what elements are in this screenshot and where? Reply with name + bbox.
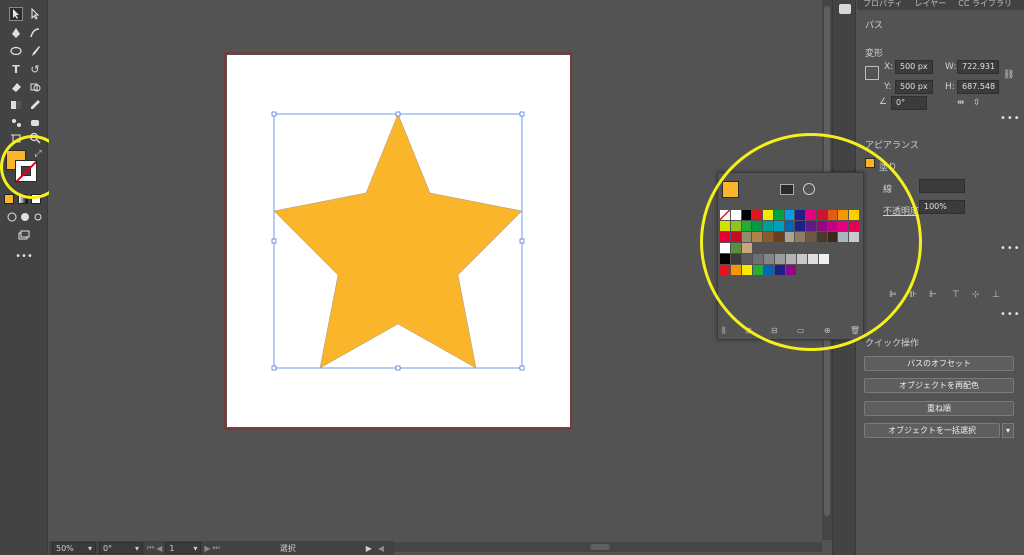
h-label: H: [945, 82, 955, 92]
selected-star-object[interactable] [268, 108, 530, 373]
x-label: X: [884, 62, 894, 72]
puppet-warp-tool-icon[interactable] [9, 116, 23, 130]
highlight-circle-swatches [700, 133, 922, 351]
status-bar: 50% ▾ 0° ▾ ⏮ ◀ 1 ▾ ▶ ⏭ 選択 ▶ ◀ [49, 541, 394, 555]
horizontal-scroll-thumb[interactable] [590, 544, 610, 550]
y-field[interactable]: 500 px [895, 80, 933, 94]
handle-middle-right[interactable] [519, 238, 525, 244]
zoom-value: 50% [56, 543, 74, 553]
opacity-value: 100% [924, 202, 947, 211]
appearance-section-title: アピアランス [865, 141, 919, 151]
select-same-button[interactable]: オブジェクトを一括選択 [864, 423, 1000, 438]
selection-tool-icon[interactable] [9, 7, 23, 21]
align-more-options-icon[interactable]: ••• [1000, 309, 1021, 320]
angle-field[interactable]: 0° [891, 96, 927, 110]
chevron-down-icon: ▾ [193, 543, 198, 553]
draw-inside-icon[interactable] [31, 210, 45, 224]
swatch-library-icon[interactable]: ⫼ [722, 326, 726, 336]
rotate-tool-icon[interactable]: ↺ [28, 62, 42, 76]
h-field[interactable]: 687.548 [957, 80, 999, 94]
appearance-more-options-icon[interactable]: ••• [1000, 243, 1021, 254]
flip-horizontal-icon[interactable]: ⇹ [957, 98, 965, 108]
opacity-field[interactable]: 100% [919, 200, 965, 214]
quick-actions-title: クイック操作 [865, 339, 920, 349]
chevron-down-icon: ▾ [134, 543, 139, 553]
handle-bottom-center[interactable] [395, 365, 401, 371]
comments-icon[interactable] [839, 4, 851, 14]
artboard-number-dropdown[interactable]: 1 ▾ [165, 542, 202, 554]
angle-icon: ∠ [879, 97, 888, 107]
curvature-tool-icon[interactable] [28, 26, 42, 40]
flip-vertical-icon[interactable]: ⇳ [973, 98, 981, 108]
rotate-value: 0° [103, 543, 113, 553]
zoom-dropdown[interactable]: 50% ▾ [52, 542, 96, 554]
artboard-number: 1 [169, 543, 175, 553]
w-label: W: [945, 62, 957, 72]
select-same-dropdown-button[interactable]: ▾ [1002, 423, 1014, 438]
selection-type-label: パス [865, 21, 884, 31]
pen-tool-icon[interactable] [9, 26, 23, 40]
last-artboard-icon[interactable]: ⏭ [213, 543, 220, 553]
transform-section-title: 変形 [865, 49, 884, 59]
panel-tabs: プロパティ レイヤー CC ライブラリ [857, 0, 1024, 10]
x-field[interactable]: 500 px [895, 60, 933, 74]
handle-top-left[interactable] [271, 111, 277, 117]
shape-builder-tool-icon[interactable] [28, 80, 42, 94]
draw-mode-icon[interactable] [5, 210, 19, 224]
y-label: Y: [884, 82, 892, 92]
symbol-sprayer-tool-icon[interactable] [28, 116, 42, 130]
arrange-button[interactable]: 重ね順 [864, 401, 1014, 416]
align-right-icon[interactable]: ⊩ [929, 290, 937, 300]
previous-artboard-icon[interactable]: ◀ [156, 544, 162, 553]
horizontal-scrollbar[interactable] [390, 542, 822, 552]
type-tool-icon[interactable]: T [9, 62, 23, 76]
edit-toolbar-icon[interactable]: ••• [15, 250, 33, 264]
status-menu-arrow-icon[interactable]: ▶ [366, 544, 372, 553]
ellipse-tool-icon[interactable] [9, 44, 23, 58]
eraser-tool-icon[interactable] [9, 80, 23, 94]
tab-properties[interactable]: プロパティ [857, 0, 909, 10]
tab-libraries[interactable]: CC ライブラリ [952, 0, 1018, 10]
scroll-left-icon[interactable]: ◀ [378, 544, 384, 553]
handle-top-center[interactable] [395, 111, 401, 117]
rotate-view-dropdown[interactable]: 0° ▾ [99, 542, 143, 554]
align-top-icon[interactable]: ⊤ [952, 290, 960, 300]
constrain-proportions-icon[interactable]: ⛓ [1003, 70, 1014, 80]
angle-value: 0° [896, 98, 906, 107]
handle-middle-left[interactable] [271, 238, 277, 244]
color-mode-icon[interactable] [4, 194, 14, 204]
align-middle-icon[interactable]: ⊹ [972, 290, 980, 300]
next-artboard-icon[interactable]: ▶ [204, 544, 210, 553]
chevron-down-icon: ▾ [87, 543, 92, 553]
draw-behind-icon[interactable] [18, 210, 32, 224]
align-bottom-icon[interactable]: ⊥ [992, 290, 1000, 300]
direct-selection-tool-icon[interactable] [28, 7, 42, 21]
tools-panel: T ↺ ⤢ ••• [0, 0, 48, 555]
handle-top-right[interactable] [519, 111, 525, 117]
recolor-button[interactable]: オブジェクトを再配色 [864, 378, 1014, 393]
paintbrush-tool-icon[interactable] [28, 44, 42, 58]
tab-layers[interactable]: レイヤー [909, 0, 953, 10]
stroke-weight-field[interactable] [919, 179, 965, 193]
handle-bottom-left[interactable] [271, 365, 277, 371]
first-artboard-icon[interactable]: ⏮ [147, 543, 154, 553]
current-tool-label: 選択 [279, 543, 296, 553]
gradient-tool-icon[interactable] [9, 98, 23, 112]
transform-more-options-icon[interactable]: ••• [1000, 113, 1021, 124]
select-same-label: オブジェクトを一括選択 [888, 426, 976, 435]
star-shape[interactable] [273, 113, 523, 369]
screen-mode-icon[interactable] [17, 229, 31, 243]
offset-path-button[interactable]: パスのオフセット [864, 356, 1014, 371]
eyedropper-tool-icon[interactable] [28, 98, 42, 112]
w-field[interactable]: 722.931 [957, 60, 999, 74]
reference-point-icon[interactable] [865, 66, 879, 80]
handle-bottom-right[interactable] [519, 365, 525, 371]
align-center-icon[interactable]: ⊪ [909, 290, 917, 300]
